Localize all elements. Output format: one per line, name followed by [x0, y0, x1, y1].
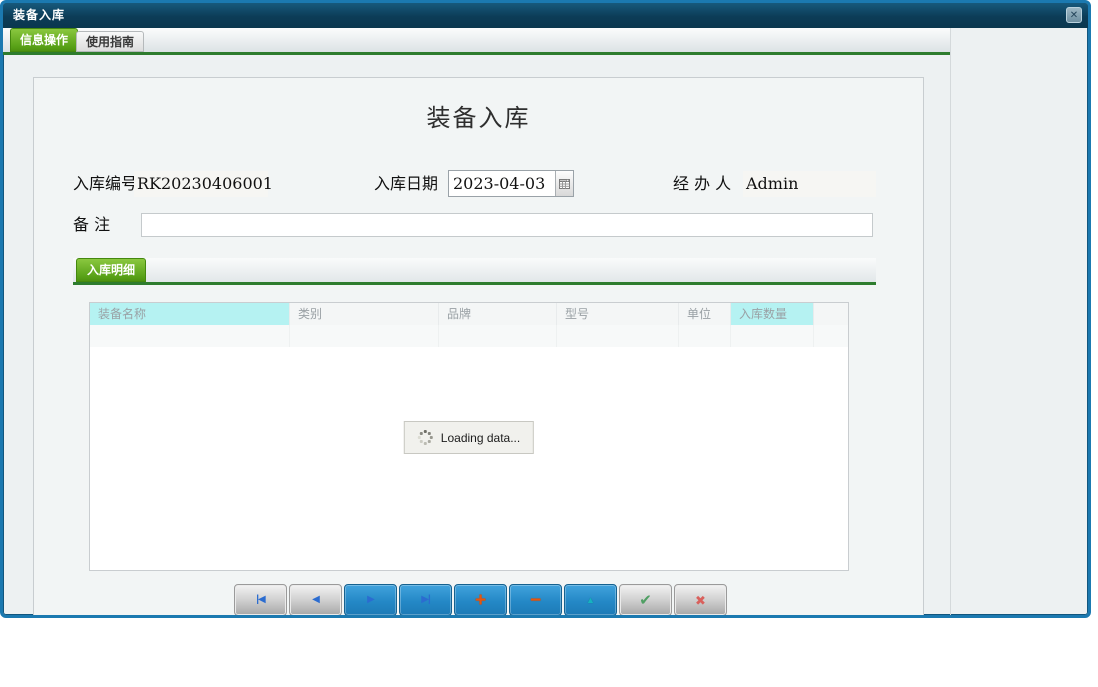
empty-cell — [731, 325, 814, 347]
column-header-equipment-name[interactable]: 装备名称 — [90, 303, 290, 325]
cancel-button[interactable]: ✖ — [674, 584, 727, 615]
content-pane-divider — [950, 28, 951, 615]
edit-record-button[interactable]: ▲ — [564, 584, 617, 615]
tab-user-guide[interactable]: 使用指南 — [76, 31, 145, 52]
storage-form-panel: 装备入库 入库编号 RK20230406001 入库日期 经 办 人 Admin… — [33, 77, 924, 615]
handler-value: Admin — [743, 171, 876, 197]
loading-text: Loading data... — [440, 430, 521, 445]
delete-icon: − — [529, 589, 542, 611]
grid-header-row: 装备名称 类别 品牌 型号 单位 入库数量 — [90, 303, 848, 325]
column-header-unit[interactable]: 单位 — [679, 303, 731, 325]
next-record-button[interactable]: ▶ — [344, 584, 397, 615]
window-title: 装备入库 — [13, 8, 66, 22]
column-header-quantity[interactable]: 入库数量 — [731, 303, 814, 325]
confirm-check-icon: ✔ — [639, 591, 652, 609]
form-title: 装备入库 — [426, 104, 531, 132]
storage-date-label: 入库日期 — [374, 174, 439, 193]
remarks-label: 备 注 — [73, 215, 111, 234]
column-header-brand[interactable]: 品牌 — [439, 303, 557, 325]
column-header-model[interactable]: 型号 — [557, 303, 679, 325]
equipment-storage-window: 装备入库 ✕ 信息操作 使用指南 装备入库 入库编号 RK20230406001… — [0, 0, 1091, 618]
storage-no-value: RK20230406001 — [134, 171, 273, 197]
close-icon[interactable]: ✕ — [1066, 7, 1082, 23]
add-record-button[interactable]: + — [454, 584, 507, 615]
storage-date-input[interactable] — [449, 171, 555, 196]
detail-grid: 装备名称 类别 品牌 型号 单位 入库数量 Loading data... — [89, 302, 849, 571]
cancel-x-icon: ✖ — [695, 592, 706, 608]
column-header-category[interactable]: 类别 — [290, 303, 439, 325]
tab-storage-detail[interactable]: 入库明细 — [76, 258, 147, 282]
prev-record-button[interactable]: ◀ — [289, 584, 342, 615]
empty-cell — [814, 325, 848, 347]
calendar-picker-button[interactable] — [555, 171, 573, 196]
remarks-input[interactable] — [141, 213, 873, 237]
delete-record-button[interactable]: − — [509, 584, 562, 615]
next-record-icon: ▶ — [367, 594, 375, 605]
storage-no-label: 入库编号 — [73, 174, 138, 193]
add-icon: + — [474, 589, 487, 611]
empty-cell — [439, 325, 557, 347]
calendar-icon — [559, 179, 570, 189]
tab-info-operation[interactable]: 信息操作 — [10, 28, 79, 52]
edit-icon: ▲ — [586, 594, 595, 605]
last-record-icon: ▶| — [421, 594, 430, 605]
empty-cell — [290, 325, 439, 347]
prev-record-icon: ◀ — [312, 594, 320, 605]
column-header-filler — [814, 303, 848, 325]
empty-cell — [557, 325, 679, 347]
main-tabstrip: 信息操作 使用指南 — [3, 28, 950, 55]
loading-indicator: Loading data... — [403, 421, 535, 454]
last-record-button[interactable]: ▶| — [399, 584, 452, 615]
first-record-button[interactable]: |◀ — [234, 584, 287, 615]
window-titlebar: 装备入库 — [3, 3, 1088, 28]
empty-cell — [679, 325, 731, 347]
empty-cell — [90, 325, 290, 347]
first-record-icon: |◀ — [256, 594, 265, 605]
close-glyph: ✕ — [1069, 9, 1079, 21]
storage-date-field — [448, 170, 574, 197]
detail-tabstrip: 入库明细 — [73, 258, 876, 285]
spinner-icon — [418, 430, 433, 445]
db-navigator: |◀ ◀ ▶ ▶| + − ▲ ✔ ✖ — [234, 584, 727, 615]
table-row — [90, 325, 848, 347]
confirm-button[interactable]: ✔ — [619, 584, 672, 615]
handler-label: 经 办 人 — [673, 174, 732, 193]
